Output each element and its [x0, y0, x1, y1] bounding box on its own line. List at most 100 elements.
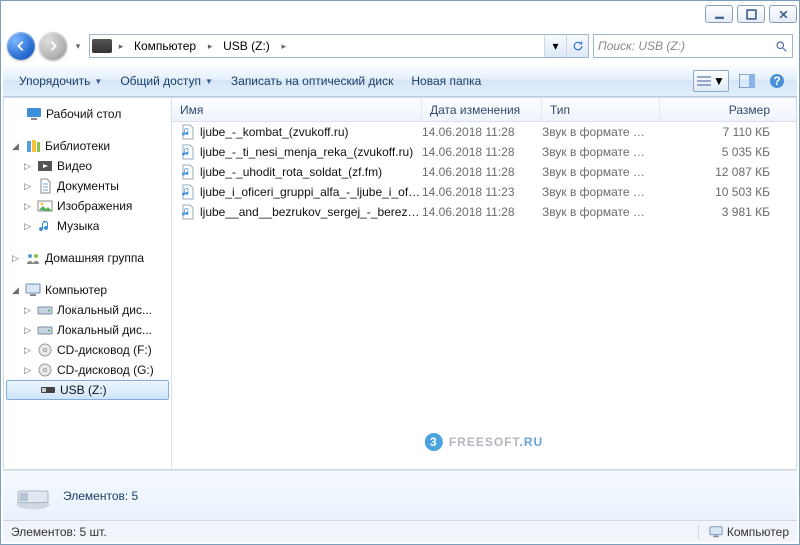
watermark-icon: 3: [425, 433, 443, 451]
tree-documents[interactable]: ▷ Документы: [4, 176, 171, 196]
file-type: Звук в формате …: [542, 205, 660, 219]
file-row[interactable]: ljube_-_kombat_(zvukoff.ru)14.06.2018 11…: [172, 122, 796, 142]
file-size: 5 035 КБ: [660, 145, 796, 159]
watermark: 3 FREESOFT.RU: [425, 433, 543, 451]
computer-icon: [709, 525, 723, 539]
share-button[interactable]: Общий доступ▼: [112, 70, 221, 92]
explorer-window: ▾ ▸ Компьютер ▸ USB (Z:) ▸ ▾ Поиск: USB …: [0, 0, 800, 545]
expand-icon[interactable]: ▷: [10, 253, 21, 264]
back-button[interactable]: [7, 32, 35, 60]
column-modified[interactable]: Дата изменения: [422, 98, 542, 121]
tree-usb-drive[interactable]: USB (Z:): [6, 380, 169, 400]
expand-icon[interactable]: ▷: [22, 161, 33, 172]
address-dropdown[interactable]: ▾: [544, 35, 566, 57]
file-row[interactable]: ljube_-_ti_nesi_menja_reka_(zvukoff.ru)1…: [172, 142, 796, 162]
titlebar: [3, 3, 797, 31]
view-mode-button[interactable]: ▼: [693, 70, 729, 92]
file-date: 14.06.2018 11:28: [422, 205, 542, 219]
expand-icon[interactable]: ▷: [22, 201, 33, 212]
file-row[interactable]: ljube_-_uhodit_rota_soldat_(zf.fm)14.06.…: [172, 162, 796, 182]
file-type: Звук в формате …: [542, 125, 660, 139]
address-bar[interactable]: ▸ Компьютер ▸ USB (Z:) ▸ ▾: [89, 34, 589, 58]
close-button[interactable]: [769, 5, 797, 23]
collapse-icon[interactable]: ◢: [10, 285, 21, 296]
search-icon: [775, 40, 788, 53]
refresh-button[interactable]: [566, 35, 588, 57]
file-list[interactable]: ljube_-_kombat_(zvukoff.ru)14.06.2018 11…: [172, 122, 796, 469]
usb-drive-icon: [40, 382, 56, 398]
file-size: 7 110 КБ: [660, 125, 796, 139]
file-row[interactable]: ljube__and__bezrukov_sergej_-_berezi_(zv…: [172, 202, 796, 222]
help-button[interactable]: ?: [765, 70, 789, 92]
file-type: Звук в формате …: [542, 185, 660, 199]
desktop-icon: [26, 106, 42, 122]
expand-icon[interactable]: ▷: [22, 345, 33, 356]
file-row[interactable]: ljube_i_oficeri_gruppi_alfa_-_ljube_i_of…: [172, 182, 796, 202]
content-area: Имя Дата изменения Тип Размер ljube_-_ko…: [172, 98, 796, 469]
column-name[interactable]: Имя: [172, 98, 422, 121]
collapse-icon[interactable]: ◢: [10, 141, 21, 152]
burn-button[interactable]: Записать на оптический диск: [223, 70, 402, 92]
breadcrumb-computer[interactable]: Компьютер: [128, 35, 203, 57]
svg-text:?: ?: [773, 74, 780, 88]
search-input[interactable]: Поиск: USB (Z:): [593, 34, 793, 58]
status-bar: Элементов: 5 шт. Компьютер: [3, 520, 797, 542]
tree-local-disk[interactable]: ▷ Локальный дис...: [4, 300, 171, 320]
file-date: 14.06.2018 11:23: [422, 185, 542, 199]
file-size: 10 503 КБ: [660, 185, 796, 199]
details-pane: Элементов: 5: [3, 470, 797, 520]
tree-cd-drive[interactable]: ▷ CD-дисковод (G:): [4, 360, 171, 380]
file-name: ljube_-_kombat_(zvukoff.ru): [180, 124, 422, 140]
file-name: ljube__and__bezrukov_sergej_-_berezi_(zv…: [180, 204, 422, 220]
usb-drive-large-icon: [13, 481, 53, 511]
breadcrumb-usb[interactable]: USB (Z:): [217, 35, 277, 57]
tree-cd-drive[interactable]: ▷ CD-дисковод (F:): [4, 340, 171, 360]
chevron-right-icon[interactable]: ▸: [203, 35, 217, 57]
chevron-right-icon[interactable]: ▸: [277, 35, 291, 57]
navigation-tree[interactable]: Рабочий стол ◢ Библиотеки ▷ Видео ▷ Док: [4, 98, 172, 469]
tree-computer[interactable]: ◢ Компьютер: [4, 280, 171, 300]
minimize-button[interactable]: [705, 5, 733, 23]
tree-desktop[interactable]: Рабочий стол: [4, 104, 171, 124]
tree-local-disk[interactable]: ▷ Локальный дис...: [4, 320, 171, 340]
search-placeholder: Поиск: USB (Z:): [598, 39, 685, 53]
expand-icon[interactable]: ▷: [22, 181, 33, 192]
music-icon: [37, 218, 53, 234]
file-name: ljube_-_uhodit_rota_soldat_(zf.fm): [180, 164, 422, 180]
computer-icon: [25, 282, 41, 298]
preview-pane-button[interactable]: [735, 70, 759, 92]
expand-icon[interactable]: ▷: [22, 325, 33, 336]
status-location: Компьютер: [698, 525, 789, 539]
video-icon: [37, 158, 53, 174]
expand-icon[interactable]: ▷: [22, 221, 33, 232]
column-type[interactable]: Тип: [542, 98, 660, 121]
organize-button[interactable]: Упорядочить▼: [11, 70, 110, 92]
toolbar: Упорядочить▼ Общий доступ▼ Записать на о…: [3, 65, 797, 97]
drive-icon: [92, 39, 112, 53]
expand-icon[interactable]: ▷: [22, 365, 33, 376]
tree-music[interactable]: ▷ Музыка: [4, 216, 171, 236]
hdd-icon: [37, 322, 53, 338]
column-size[interactable]: Размер: [660, 98, 796, 121]
documents-icon: [37, 178, 53, 194]
status-item-count: Элементов: 5 шт.: [11, 525, 107, 539]
file-date: 14.06.2018 11:28: [422, 145, 542, 159]
expand-icon[interactable]: ▷: [22, 305, 33, 316]
tree-libraries[interactable]: ◢ Библиотеки: [4, 136, 171, 156]
file-name: ljube_i_oficeri_gruppi_alfa_-_ljube_i_of…: [180, 184, 422, 200]
tree-pictures[interactable]: ▷ Изображения: [4, 196, 171, 216]
chevron-right-icon[interactable]: ▸: [114, 35, 128, 57]
cd-icon: [37, 342, 53, 358]
cd-icon: [37, 362, 53, 378]
file-type: Звук в формате …: [542, 165, 660, 179]
tree-homegroup[interactable]: ▷ Домашняя группа: [4, 248, 171, 268]
maximize-button[interactable]: [737, 5, 765, 23]
file-size: 3 981 КБ: [660, 205, 796, 219]
history-dropdown[interactable]: ▾: [71, 31, 85, 61]
homegroup-icon: [25, 250, 41, 266]
tree-video[interactable]: ▷ Видео: [4, 156, 171, 176]
item-count-label: Элементов: 5: [63, 489, 138, 503]
forward-button[interactable]: [39, 32, 67, 60]
new-folder-button[interactable]: Новая папка: [403, 70, 489, 92]
body: Рабочий стол ◢ Библиотеки ▷ Видео ▷ Док: [3, 97, 797, 470]
